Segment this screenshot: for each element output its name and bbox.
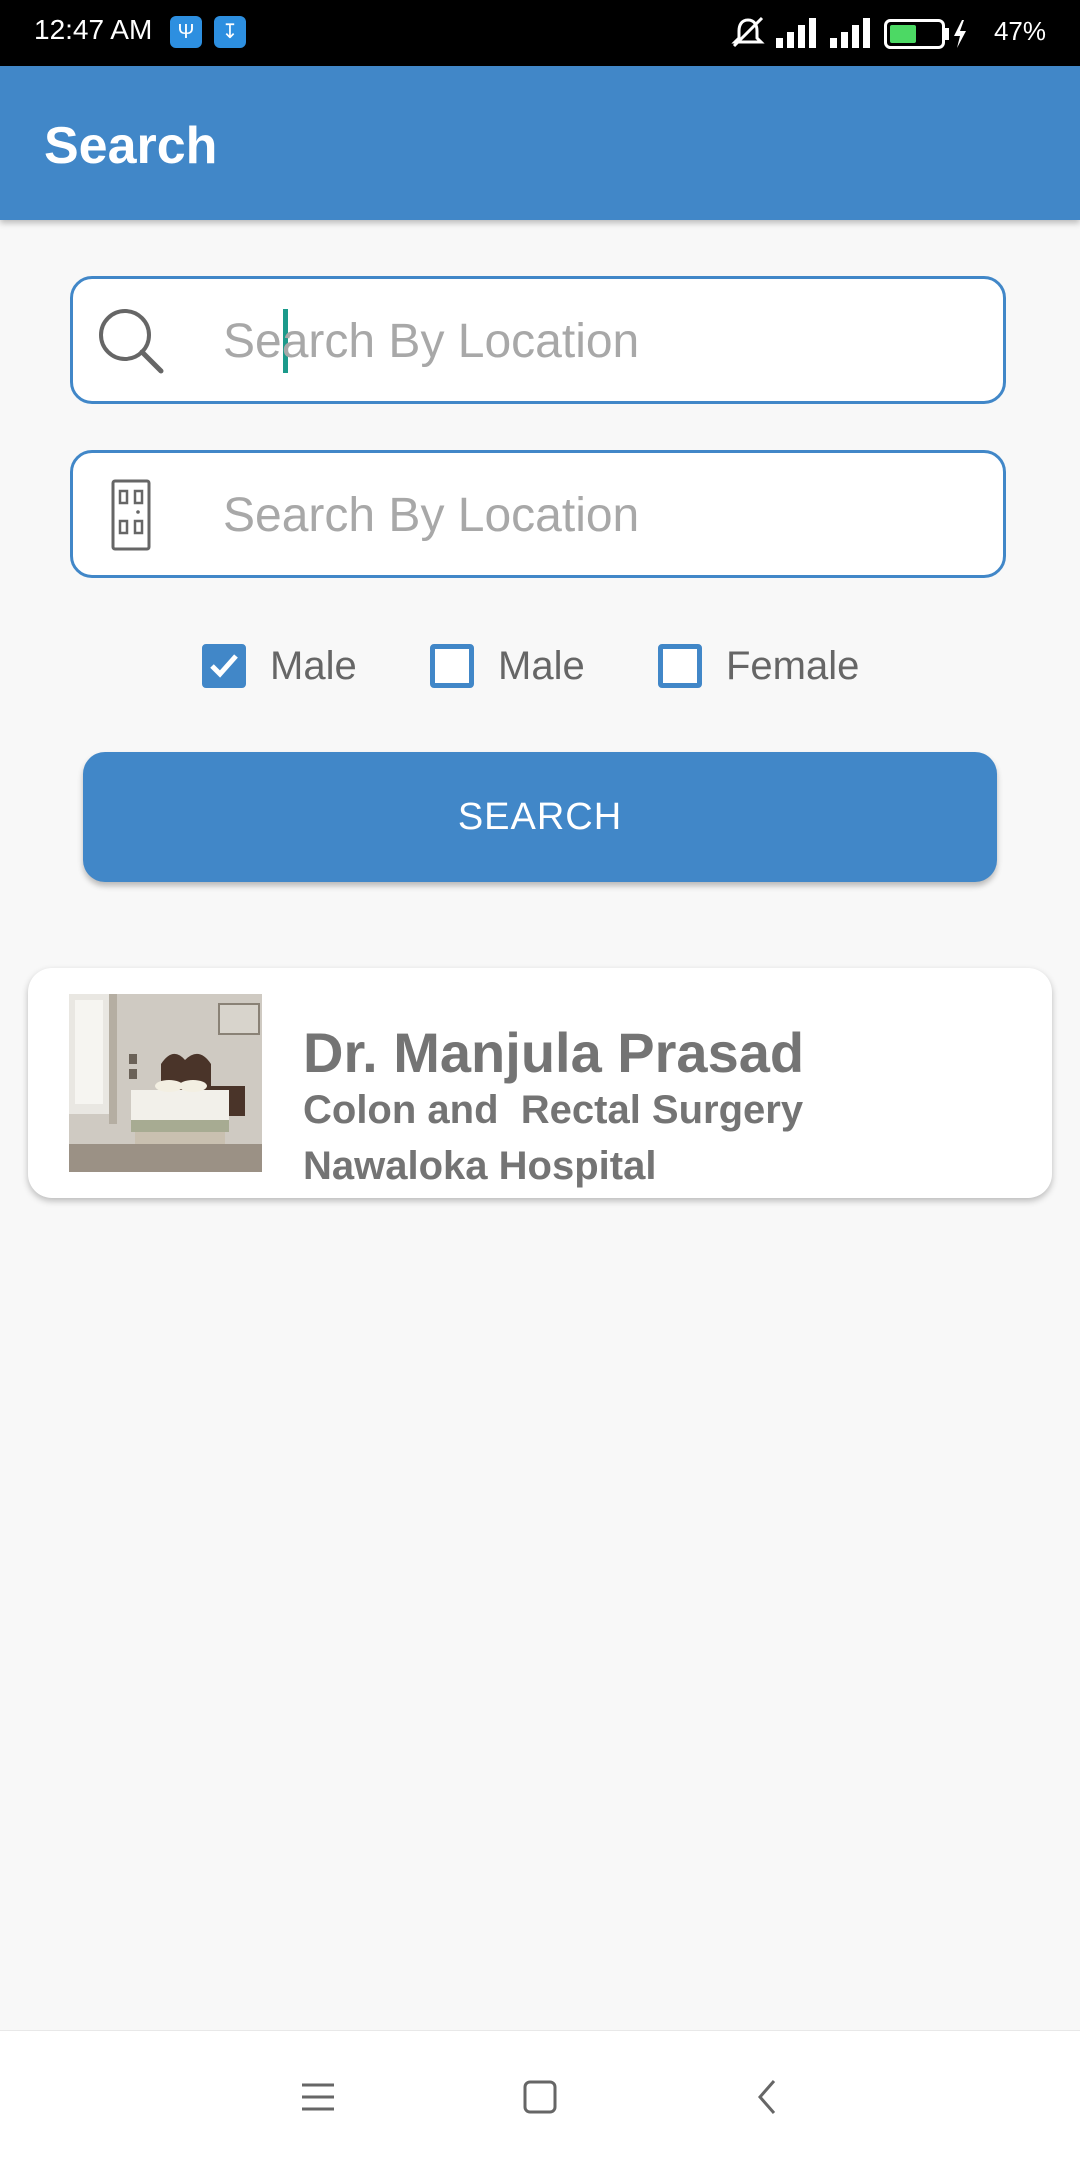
back-icon[interactable] [738, 2067, 798, 2127]
filter-label: Female [726, 644, 860, 688]
status-time: 12:47 AM [34, 14, 153, 45]
bedroom-photo [69, 994, 262, 1172]
system-nav-bar [0, 2030, 1080, 2161]
building-search-input[interactable] [213, 477, 983, 553]
gender-filter: Male Male Female [0, 640, 1080, 700]
checkbox-checked[interactable] [202, 644, 246, 688]
building-icon [111, 479, 151, 551]
location-search-input[interactable] [213, 303, 983, 379]
charging-icon [954, 20, 966, 48]
status-bar: 12:47 AM Ψ ↧ 47% [0, 0, 1080, 66]
battery-icon [884, 19, 949, 49]
result-card[interactable]: Dr. Manjula Prasad Colon and Rectal Surg… [28, 968, 1052, 1198]
doctor-hospital: Nawaloka Hospital [303, 1144, 657, 1188]
filter-male-checkbox[interactable]: Male [202, 640, 372, 700]
filter-female-checkbox[interactable]: Female [658, 640, 878, 700]
search-button[interactable]: SEARCH [83, 752, 997, 882]
menu-icon[interactable] [288, 2067, 348, 2127]
download-icon: ↧ [214, 16, 246, 48]
doctor-name: Dr. Manjula Prasad [303, 1021, 805, 1084]
doctor-specialty: Colon and Rectal Surgery [303, 1088, 804, 1132]
filter-male-checkbox-2[interactable]: Male [430, 640, 600, 700]
search-icon [99, 309, 164, 374]
building-search-field[interactable] [70, 450, 1006, 578]
app-bar: Search [0, 66, 1080, 220]
signal-icon [776, 18, 816, 48]
signal-icon [830, 18, 870, 48]
battery-percent: 47% [993, 16, 1046, 46]
checkbox-unchecked[interactable] [430, 644, 474, 688]
checkbox-unchecked[interactable] [658, 644, 702, 688]
muted-icon [731, 16, 765, 48]
location-search-field[interactable] [70, 276, 1006, 404]
usb-icon: Ψ [170, 16, 202, 48]
filter-label: Male [498, 644, 585, 688]
check-icon [210, 654, 238, 678]
filter-label: Male [270, 644, 357, 688]
page-title: Search [44, 117, 218, 175]
home-icon[interactable] [510, 2067, 570, 2127]
